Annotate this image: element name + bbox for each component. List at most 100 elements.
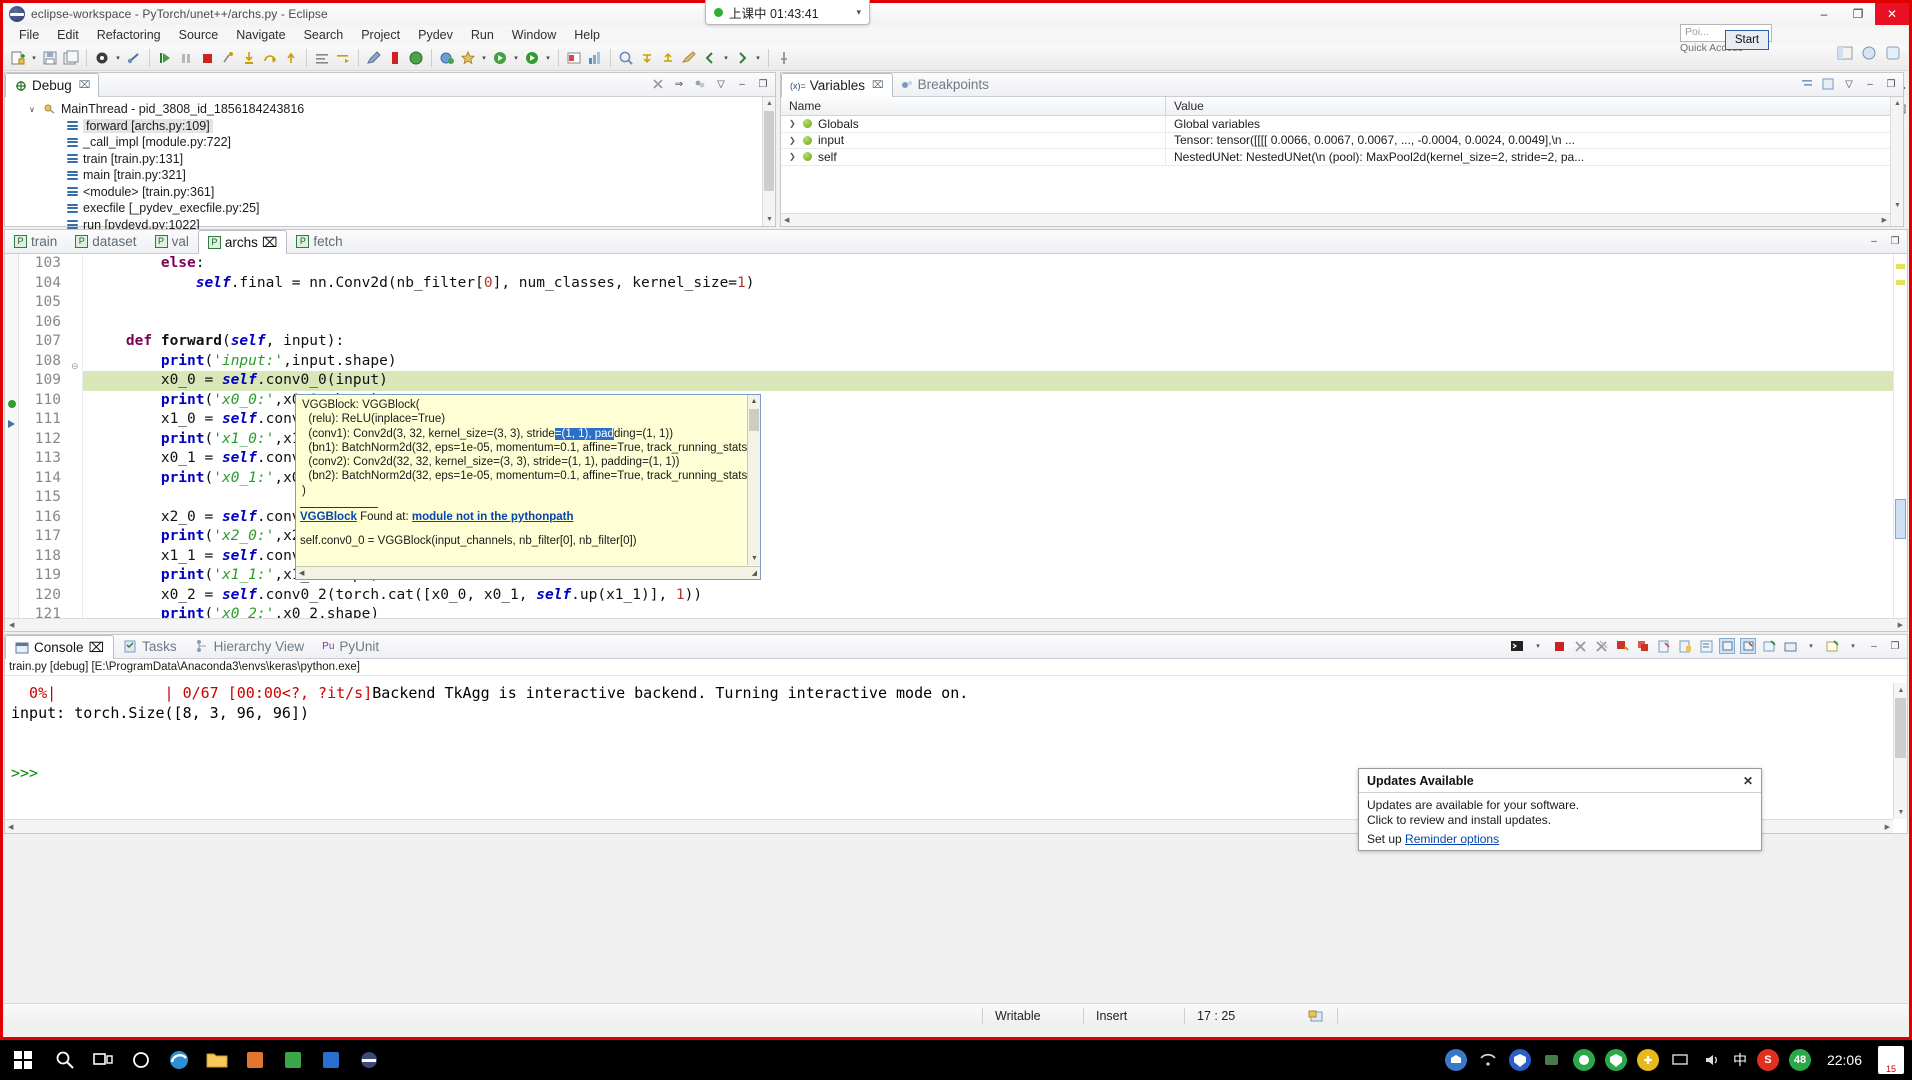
new-console-dropdown-icon[interactable]: ▾ bbox=[1845, 638, 1861, 654]
menu-navigate[interactable]: Navigate bbox=[227, 25, 294, 45]
tray-360-icon[interactable] bbox=[1572, 1049, 1595, 1071]
app-icon-blue[interactable] bbox=[312, 1040, 350, 1080]
code-line[interactable]: x0_2 = self.conv0_2(torch.cat([x0_0, x0_… bbox=[83, 586, 1893, 606]
code-line[interactable]: else: bbox=[83, 254, 1893, 274]
scroll-right-icon[interactable]: ▶ bbox=[1882, 216, 1887, 224]
column-header-value[interactable]: Value bbox=[1166, 97, 1903, 115]
code-line[interactable] bbox=[83, 293, 1893, 313]
external-tools-icon[interactable] bbox=[458, 47, 478, 69]
tab-val[interactable]: P val bbox=[146, 229, 198, 253]
app-icon-orange[interactable] bbox=[236, 1040, 274, 1080]
folding-ruler[interactable]: ⊖ bbox=[67, 254, 83, 631]
resume-icon[interactable] bbox=[155, 47, 175, 69]
close-icon[interactable]: ⌧ bbox=[262, 235, 278, 251]
console-menu-dropdown-icon[interactable]: ▾ bbox=[1803, 638, 1819, 654]
scroll-right-icon[interactable]: ▶ bbox=[1898, 621, 1903, 629]
tab-variables[interactable]: (x)= Variables ⌧ bbox=[781, 73, 893, 97]
menu-run[interactable]: Run bbox=[462, 25, 503, 45]
chevron-down-icon[interactable]: ▾ bbox=[856, 7, 861, 18]
scroll-up-icon[interactable]: ▲ bbox=[1894, 683, 1908, 697]
scroll-left-icon[interactable]: ◀ bbox=[299, 569, 304, 577]
chevron-right-icon[interactable]: ❯ bbox=[789, 136, 797, 145]
show-type-names-icon[interactable] bbox=[1820, 76, 1836, 92]
app-icon-green[interactable] bbox=[274, 1040, 312, 1080]
tray-plus-icon[interactable] bbox=[1636, 1049, 1659, 1071]
remove-console-icon[interactable] bbox=[1572, 638, 1588, 654]
back-dropdown-icon[interactable]: ▾ bbox=[721, 47, 731, 69]
maximize-view-icon[interactable]: ❐ bbox=[1883, 76, 1899, 92]
breakpoint-marker-icon[interactable] bbox=[7, 396, 17, 414]
scroll-down-icon[interactable]: ▼ bbox=[1894, 805, 1908, 819]
globe-green-icon[interactable] bbox=[406, 47, 426, 69]
forward-icon[interactable] bbox=[732, 47, 752, 69]
tab-dataset[interactable]: P dataset bbox=[66, 229, 145, 253]
step-return-icon[interactable] bbox=[281, 47, 301, 69]
code-line[interactable]: x0_0 = self.conv0_0(input) bbox=[83, 371, 1893, 391]
close-icon[interactable]: ✕ bbox=[1743, 774, 1753, 788]
tree-row-frame-forward[interactable]: forward [archs.py:109] bbox=[5, 118, 775, 135]
display-selected-console-icon[interactable] bbox=[1509, 638, 1525, 654]
class-timer-overlay[interactable]: 上课中 01:43:41 ▾ bbox=[705, 0, 870, 25]
scroll-down-icon[interactable]: ▼ bbox=[1891, 199, 1904, 212]
tray-ime-indicator[interactable]: 中 bbox=[1733, 1050, 1747, 1070]
close-icon[interactable]: ⌧ bbox=[89, 640, 105, 656]
pin-console-icon[interactable] bbox=[1677, 638, 1693, 654]
editor-overview-ruler[interactable] bbox=[1893, 254, 1907, 631]
tray-network-icon[interactable] bbox=[1477, 1049, 1499, 1071]
scroll-left-icon[interactable]: ◀ bbox=[8, 823, 13, 831]
tree-row-frame-train[interactable]: train [train.py:131] bbox=[5, 151, 775, 168]
tab-archs[interactable]: P archs ⌧ bbox=[197, 230, 288, 254]
next-annotation-icon[interactable] bbox=[637, 47, 657, 69]
show-instruction-icon[interactable] bbox=[312, 47, 332, 69]
debug-view-scrollbar[interactable]: ▲ ▼ bbox=[762, 97, 775, 226]
tab-fetch[interactable]: P fetch bbox=[287, 229, 351, 253]
remove-all-consoles-icon[interactable] bbox=[1593, 638, 1609, 654]
scroll-thumb[interactable] bbox=[1895, 698, 1906, 758]
window-controls[interactable]: – ❐ ✕ bbox=[1807, 3, 1909, 25]
variable-name-cell[interactable]: ❯ input bbox=[781, 132, 1166, 148]
tree-row-frame-main[interactable]: main [train.py:321] bbox=[5, 167, 775, 184]
scroll-lock-icon[interactable] bbox=[1656, 638, 1672, 654]
file-explorer-icon[interactable] bbox=[198, 1040, 236, 1080]
clear-console-icon[interactable] bbox=[1614, 638, 1630, 654]
menu-file[interactable]: File bbox=[10, 25, 48, 45]
updates-available-notification[interactable]: Updates Available ✕ Updates are availabl… bbox=[1358, 768, 1762, 851]
start-menu-icon[interactable] bbox=[0, 1040, 46, 1080]
chevron-down-icon[interactable]: ∨ bbox=[29, 105, 39, 114]
collapse-all-icon[interactable] bbox=[1799, 76, 1815, 92]
profile-icon[interactable] bbox=[585, 47, 605, 69]
tray-badge-count[interactable]: 48 bbox=[1788, 1049, 1811, 1071]
maximize-editor-icon[interactable]: ❐ bbox=[1887, 233, 1903, 249]
reminder-options-link[interactable]: Reminder options bbox=[1405, 832, 1499, 846]
hover-information-popup[interactable]: VGGBlock: VGGBlock( (relu): ReLU(inplace… bbox=[295, 394, 761, 580]
editor-marker-ruler[interactable] bbox=[5, 254, 19, 631]
tray-onedrive-icon[interactable] bbox=[1444, 1049, 1467, 1071]
variable-name-cell[interactable]: ❯ Globals bbox=[781, 116, 1166, 132]
scroll-left-icon[interactable]: ◀ bbox=[784, 216, 789, 224]
table-row[interactable]: ❯ Globals Global variables bbox=[781, 116, 1903, 133]
save-icon[interactable] bbox=[40, 47, 60, 69]
maximize-console-icon[interactable]: ❐ bbox=[1887, 638, 1903, 654]
close-button[interactable]: ✕ bbox=[1875, 3, 1909, 25]
relaunch-icon[interactable]: ⇒ bbox=[671, 76, 687, 92]
variable-name-cell[interactable]: ❯ self bbox=[781, 149, 1166, 165]
last-edit-icon[interactable] bbox=[679, 47, 699, 69]
code-line[interactable]: def forward(self, input): bbox=[83, 332, 1893, 352]
scroll-right-icon[interactable]: ▶ bbox=[1885, 823, 1890, 831]
pydev-perspective-icon[interactable] bbox=[1884, 44, 1902, 67]
tab-pyunit[interactable]: Pu PyUnit bbox=[313, 634, 388, 658]
new-console-view-icon[interactable] bbox=[1635, 638, 1651, 654]
fold-toggle-icon[interactable]: ⊖ bbox=[71, 361, 79, 372]
tree-row-frame-module[interactable]: <module> [train.py:361] bbox=[5, 184, 775, 201]
overview-thumb[interactable] bbox=[1895, 499, 1906, 539]
remove-terminated-icon[interactable] bbox=[650, 76, 666, 92]
disconnect-icon[interactable] bbox=[218, 47, 238, 69]
chevron-right-icon[interactable]: ❯ bbox=[789, 152, 797, 161]
table-row[interactable]: ❯ input Tensor: tensor([[[[ 0.0066, 0.00… bbox=[781, 132, 1903, 149]
red-marker-icon[interactable] bbox=[385, 47, 405, 69]
code-line[interactable]: print('input:',input.shape) bbox=[83, 352, 1893, 372]
coverage-icon[interactable] bbox=[564, 47, 584, 69]
menu-edit[interactable]: Edit bbox=[48, 25, 88, 45]
scroll-left-icon[interactable]: ◀ bbox=[9, 621, 14, 629]
tooltip-symbol-link[interactable]: VGGBlock bbox=[300, 511, 357, 523]
